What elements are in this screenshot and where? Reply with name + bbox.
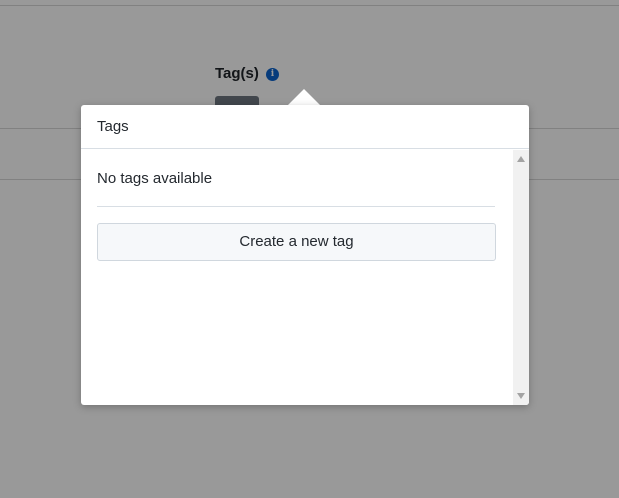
scroll-up-arrow-icon[interactable] bbox=[517, 156, 525, 162]
page: Tag(s) i Tags No tags available Create a… bbox=[0, 0, 619, 498]
popover-header: Tags bbox=[81, 105, 529, 149]
popover-caret bbox=[288, 89, 320, 105]
tags-popover: Tags No tags available Create a new tag bbox=[81, 105, 529, 405]
popover-body: No tags available Create a new tag bbox=[81, 150, 513, 405]
popover-title: Tags bbox=[97, 118, 129, 135]
scroll-down-arrow-icon[interactable] bbox=[517, 393, 525, 399]
empty-state-text: No tags available bbox=[97, 170, 213, 187]
popover-scrollbar[interactable] bbox=[513, 150, 529, 405]
popover-divider bbox=[97, 206, 495, 207]
create-tag-button[interactable]: Create a new tag bbox=[97, 223, 496, 261]
